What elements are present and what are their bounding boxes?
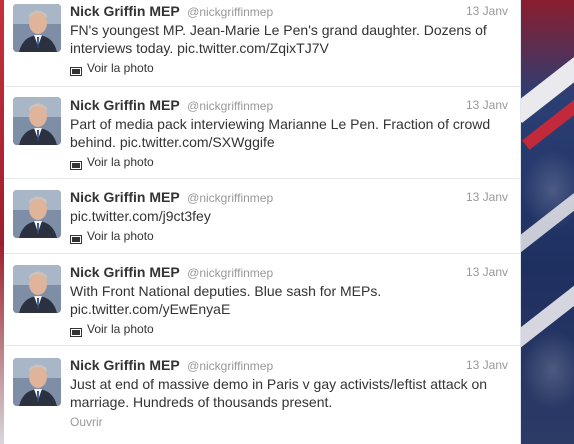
- view-photo-label[interactable]: Voir la photo: [87, 154, 154, 170]
- photo-icon: [70, 325, 82, 337]
- author-fullname[interactable]: Nick Griffin MEP: [70, 189, 180, 205]
- avatar[interactable]: [13, 4, 61, 52]
- photo-icon: [70, 232, 82, 244]
- author-username[interactable]: @nickgriffinmep: [187, 359, 273, 373]
- tweet-link[interactable]: pic.twitter.com/SXWggife: [120, 134, 275, 150]
- tweet-text: FN's youngest MP. Jean-Marie Le Pen's gr…: [70, 21, 512, 57]
- author-username[interactable]: @nickgriffinmep: [187, 5, 273, 19]
- tweet-text-body: With Front National deputies. Blue sash …: [70, 283, 382, 299]
- avatar[interactable]: [13, 190, 61, 238]
- avatar[interactable]: [13, 358, 61, 406]
- tweet-item[interactable]: Nick Griffin MEP @nickgriffinmep 13 Janv…: [4, 0, 520, 87]
- tweet-item[interactable]: Nick Griffin MEP @nickgriffinmep 13 Janv…: [4, 254, 520, 346]
- view-photo-button[interactable]: Voir la photo: [70, 228, 512, 244]
- tweet-text-body: Just at end of massive demo in Paris v g…: [70, 376, 488, 410]
- author-fullname[interactable]: Nick Griffin MEP: [70, 264, 180, 280]
- avatar[interactable]: [13, 97, 61, 145]
- tweet-timestamp[interactable]: 13 Janv: [466, 188, 508, 206]
- tweet-timestamp[interactable]: 13 Janv: [466, 263, 508, 281]
- tweet-timestamp[interactable]: 13 Janv: [466, 2, 508, 20]
- author-fullname[interactable]: Nick Griffin MEP: [70, 3, 180, 19]
- photo-icon: [70, 158, 82, 170]
- author-fullname[interactable]: Nick Griffin MEP: [70, 97, 180, 113]
- author-username[interactable]: @nickgriffinmep: [187, 191, 273, 205]
- author-username[interactable]: @nickgriffinmep: [187, 266, 273, 280]
- author-fullname[interactable]: Nick Griffin MEP: [70, 357, 180, 373]
- tweet-item[interactable]: Nick Griffin MEP @nickgriffinmep 13 Janv…: [4, 87, 520, 179]
- tweet-timeline: Nick Griffin MEP @nickgriffinmep 13 Janv…: [4, 0, 521, 444]
- view-photo-label[interactable]: Voir la photo: [87, 321, 154, 337]
- tweet-item[interactable]: Nick Griffin MEP @nickgriffinmep 13 Janv…: [4, 179, 520, 254]
- tweet-text: Just at end of massive demo in Paris v g…: [70, 375, 512, 411]
- tweet-timestamp[interactable]: 13 Janv: [466, 356, 508, 374]
- tweet-text: With Front National deputies. Blue sash …: [70, 282, 512, 318]
- tweet-link[interactable]: pic.twitter.com/ZqixTJ7V: [177, 40, 329, 56]
- open-label[interactable]: Ouvrir: [70, 414, 103, 430]
- view-photo-button[interactable]: Voir la photo: [70, 60, 512, 76]
- tweet-item[interactable]: Nick Griffin MEP @nickgriffinmep 13 Janv…: [4, 346, 520, 444]
- author-username[interactable]: @nickgriffinmep: [187, 99, 273, 113]
- tweet-text: pic.twitter.com/j9ct3fey: [70, 207, 512, 225]
- view-photo-button[interactable]: Voir la photo: [70, 154, 512, 170]
- tweet-timestamp[interactable]: 13 Janv: [466, 96, 508, 114]
- tweet-link[interactable]: pic.twitter.com/yEwEnyaE: [70, 301, 230, 317]
- photo-icon: [70, 64, 82, 76]
- view-photo-label[interactable]: Voir la photo: [87, 228, 154, 244]
- view-photo-button[interactable]: Voir la photo: [70, 321, 512, 337]
- view-photo-label[interactable]: Voir la photo: [87, 60, 154, 76]
- background-flag-image: [521, 0, 574, 444]
- tweet-link[interactable]: pic.twitter.com/j9ct3fey: [70, 208, 211, 224]
- avatar[interactable]: [13, 265, 61, 313]
- tweet-text: Part of media pack interviewing Marianne…: [70, 115, 512, 151]
- open-button[interactable]: Ouvrir: [70, 414, 512, 430]
